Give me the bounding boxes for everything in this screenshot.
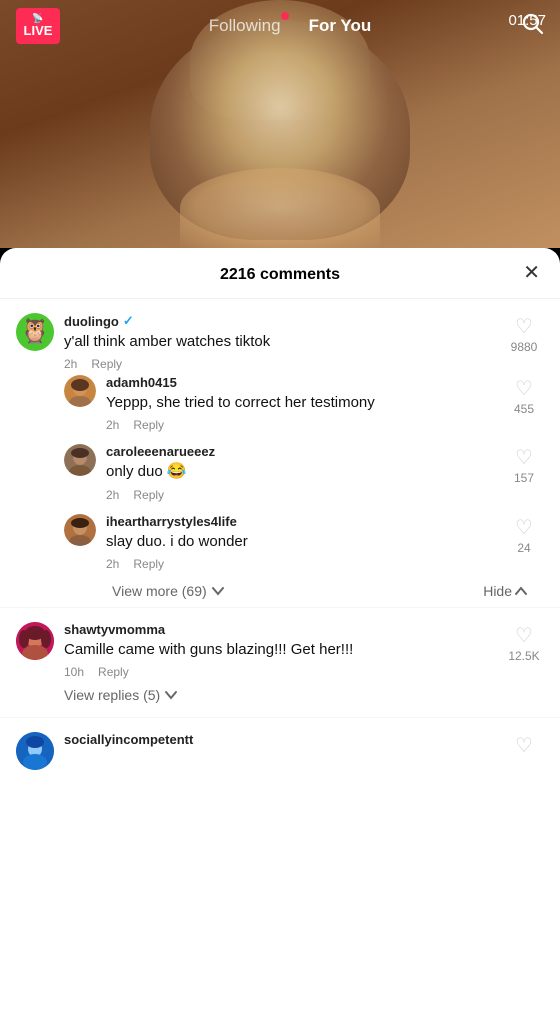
- search-icon[interactable]: [520, 11, 544, 41]
- comment-text: Yeppp, she tried to correct her testimon…: [106, 392, 494, 413]
- hide-button[interactable]: Hide: [483, 583, 528, 599]
- comment-meta: 2h Reply: [106, 418, 494, 432]
- comment-username: duolingo ✓: [64, 313, 494, 329]
- comment-body: duolingo ✓ y'all think amber watches tik…: [64, 313, 494, 371]
- avatar: [64, 444, 96, 476]
- reply-button[interactable]: Reply: [133, 418, 164, 432]
- comment-text: only duo 😂: [106, 461, 494, 483]
- person-avatar: [64, 444, 96, 476]
- like-column: ♡: [504, 732, 544, 756]
- view-more-button[interactable]: View more (69): [112, 583, 225, 599]
- comment-thread: shawtyvmomma Camille came with guns blaz…: [0, 608, 560, 718]
- like-column: ♡ 455: [504, 375, 544, 416]
- comment-item: 🦉 duolingo ✓ y'all think amber watches t…: [16, 313, 544, 371]
- comments-header: 2216 comments ✕: [0, 248, 560, 299]
- reply-button[interactable]: Reply: [98, 665, 129, 679]
- comment-username: adamh0415: [106, 375, 494, 390]
- like-column: ♡ 24: [504, 514, 544, 555]
- duolingo-owl-icon: 🦉: [20, 320, 50, 344]
- person-avatar: [64, 514, 96, 546]
- comments-title: 2216 comments: [220, 266, 340, 284]
- comment-body: caroleeenarueeez only duo 😂 2h Reply: [106, 444, 494, 502]
- comment-time: 2h: [106, 557, 119, 571]
- avatar: [64, 514, 96, 546]
- avatar: [64, 375, 96, 407]
- heart-icon[interactable]: ♡: [515, 736, 533, 756]
- comment-username: caroleeenarueeez: [106, 444, 494, 459]
- comment-time: 2h: [106, 488, 119, 502]
- chevron-down-icon: [164, 688, 178, 702]
- live-label: LIVE: [24, 23, 53, 39]
- avatar: [16, 622, 54, 660]
- comment-username: shawtyvmomma: [64, 622, 494, 637]
- broadcast-icon: 📡: [32, 14, 43, 23]
- like-count: 9880: [511, 340, 538, 354]
- like-count: 157: [514, 471, 534, 485]
- comment-body: adamh0415 Yeppp, she tried to correct he…: [106, 375, 494, 432]
- comment-username: sociallyincompetentt: [64, 732, 494, 747]
- heart-icon[interactable]: ♡: [515, 317, 533, 337]
- close-button[interactable]: ✕: [523, 263, 540, 283]
- comment-body: iheartharrystyles4life slay duo. i do wo…: [106, 514, 494, 571]
- comment-thread: sociallyincompetentt ♡: [0, 718, 560, 782]
- like-count: 12.5K: [508, 649, 539, 663]
- comment-meta: 2h Reply: [106, 557, 494, 571]
- like-count: 24: [517, 541, 530, 555]
- comments-panel: 2216 comments ✕ 🦉 duolingo ✓ y'all think…: [0, 248, 560, 1023]
- like-count: 455: [514, 402, 534, 416]
- comment-time: 2h: [106, 418, 119, 432]
- verified-icon: ✓: [123, 313, 134, 329]
- reply-button[interactable]: Reply: [91, 357, 122, 371]
- comment-text: Camille came with guns blazing!!! Get he…: [64, 639, 494, 660]
- heart-icon[interactable]: ♡: [515, 448, 533, 468]
- like-column: ♡ 157: [504, 444, 544, 485]
- comment-body: shawtyvmomma Camille came with guns blaz…: [64, 622, 494, 705]
- tab-following[interactable]: Following: [209, 16, 281, 36]
- comment-meta: 2h Reply: [106, 488, 494, 502]
- comment-item: sociallyincompetentt ♡: [16, 732, 544, 770]
- heart-icon[interactable]: ♡: [515, 518, 533, 538]
- reply-item: iheartharrystyles4life slay duo. i do wo…: [64, 514, 544, 571]
- comment-thread: 🦉 duolingo ✓ y'all think amber watches t…: [0, 299, 560, 608]
- comment-meta: 2h Reply: [64, 357, 494, 371]
- comment-username: iheartharrystyles4life: [106, 514, 494, 529]
- notification-dot: [281, 12, 289, 20]
- reply-button[interactable]: Reply: [133, 488, 164, 502]
- like-column: ♡ 9880: [504, 313, 544, 354]
- nav-tabs: Following For You: [209, 16, 371, 36]
- comment-text: slay duo. i do wonder: [106, 531, 494, 552]
- comment-body: sociallyincompetentt: [64, 732, 494, 747]
- view-more-row: View more (69) Hide: [112, 583, 544, 599]
- person-avatar: [64, 375, 96, 407]
- heart-icon[interactable]: ♡: [515, 626, 533, 646]
- replies-container: adamh0415 Yeppp, she tried to correct he…: [64, 375, 544, 599]
- like-column: ♡ 12.5K: [504, 622, 544, 663]
- reply-item: adamh0415 Yeppp, she tried to correct he…: [64, 375, 544, 432]
- heart-icon[interactable]: ♡: [515, 379, 533, 399]
- comment-text: y'all think amber watches tiktok: [64, 331, 494, 352]
- comment-item: shawtyvmomma Camille came with guns blaz…: [16, 622, 544, 705]
- reply-item: caroleeenarueeez only duo 😂 2h Reply ♡ 1…: [64, 444, 544, 502]
- comment-time: 2h: [64, 357, 77, 371]
- comment-meta: 10h Reply: [64, 665, 494, 679]
- view-replies-button[interactable]: View replies (5): [64, 687, 178, 703]
- avatar: 🦉: [16, 313, 54, 351]
- reply-button[interactable]: Reply: [133, 557, 164, 571]
- tab-for-you[interactable]: For You: [309, 16, 372, 36]
- chevron-down-icon: [211, 584, 225, 598]
- comment-time: 10h: [64, 665, 84, 679]
- avatar: [16, 732, 54, 770]
- chevron-up-icon: [514, 584, 528, 598]
- live-badge: 📡 LIVE: [16, 8, 60, 44]
